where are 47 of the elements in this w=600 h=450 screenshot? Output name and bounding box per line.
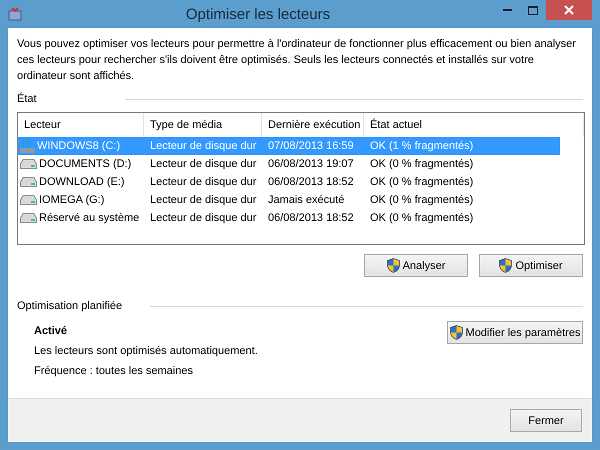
- minimize-icon[interactable]: [502, 9, 512, 11]
- table-cell-text: Lecteur de disque dur: [149, 139, 258, 154]
- shield-icon: [499, 258, 512, 273]
- table-row[interactable]: IOMEGA (G:) Lecteur de disque dur Jamais exécuté OK (0 % fragmentés): [18, 191, 560, 209]
- table-cell-text: Lecteur de disque dur: [149, 157, 258, 172]
- table-cell-text: Lecteur de disque dur: [149, 175, 258, 190]
- table-row[interactable]: DOCUMENTS (D:) Lecteur de disque dur 06/08/2013 19:07 OK (0 % fragmentés): [18, 155, 560, 173]
- table-cell-text: OK (0 % fragmentés): [369, 211, 474, 226]
- table-cell-text: Jamais exécuté: [267, 193, 346, 208]
- close-icon[interactable]: [564, 5, 574, 15]
- section-title: État: [17, 93, 37, 105]
- close-button[interactable]: [546, 0, 592, 20]
- table-cell-text: OK (0 % fragmentés): [369, 157, 474, 172]
- table-cell-text: 06/08/2013 18:52: [267, 175, 355, 190]
- schedule-text: Les lecteurs sont optimisés automatiquement.: [34, 344, 258, 359]
- table-cell-text: 07/08/2013 16:59: [267, 139, 355, 154]
- dialog-button[interactable]: Optimiser: [479, 254, 583, 277]
- window-title: Optimiser les lecteurs: [184, 6, 332, 22]
- table-cell-text: Lecteur de disque dur: [149, 211, 258, 226]
- drive-icon: [20, 177, 37, 187]
- table-row[interactable]: DOWNLOAD (E:) Lecteur de disque dur 06/08/2013 18:52 OK (0 % fragmentés): [18, 173, 560, 191]
- dialog-button[interactable]: Analyser: [364, 254, 468, 277]
- dialog-button[interactable]: Fermer: [510, 409, 582, 432]
- drive-icon: [20, 195, 37, 205]
- windows-drive-icon: [20, 140, 35, 152]
- table-cell-text: OK (0 % fragmentés): [369, 175, 474, 190]
- table-cell-text: Lecteur de disque dur: [149, 193, 258, 208]
- table-cell[interactable]: IOMEGA (G:): [18, 191, 144, 209]
- shield-icon: [386, 258, 400, 273]
- table-cell-text: 06/08/2013 18:52: [267, 211, 355, 226]
- table-cell-text: OK (0 % fragmentés): [369, 193, 474, 208]
- drive-icon: [20, 159, 37, 169]
- frequency-text: Fréquence : toutes les semaines: [34, 364, 194, 379]
- schedule-state: Activé: [34, 324, 68, 339]
- dialog-button[interactable]: Modifier les paramètres: [447, 321, 583, 344]
- table-cell-text: OK (1 % fragmentés): [369, 139, 474, 154]
- table-cell-text: 06/08/2013 19:07: [267, 157, 355, 172]
- app-icon: [8, 7, 22, 21]
- section-title: Optimisation planifiée: [17, 300, 122, 312]
- table-cell[interactable]: DOCUMENTS (D:): [18, 155, 144, 173]
- table-cell[interactable]: Réservé au système: [18, 209, 144, 227]
- description-text: Vous pouvez optimiser vos lecteurs pour permettre à l'ordinateur de fonctionner plus efficacement ou bien analyser ces lecteurs pour rechercher s'ils doivent être optimisés. Seuls les lecteurs connectés et installés sur votre ordinateur sont affichés.: [17, 37, 577, 84]
- drive-icon: [20, 213, 37, 223]
- maximize-icon[interactable]: [528, 6, 538, 14]
- table-row[interactable]: Réservé au système Lecteur de disque dur 06/08/2013 18:52 OK (0 % fragmentés): [18, 209, 560, 227]
- table-cell[interactable]: DOWNLOAD (E:): [18, 173, 144, 191]
- shield-icon: [450, 325, 463, 340]
